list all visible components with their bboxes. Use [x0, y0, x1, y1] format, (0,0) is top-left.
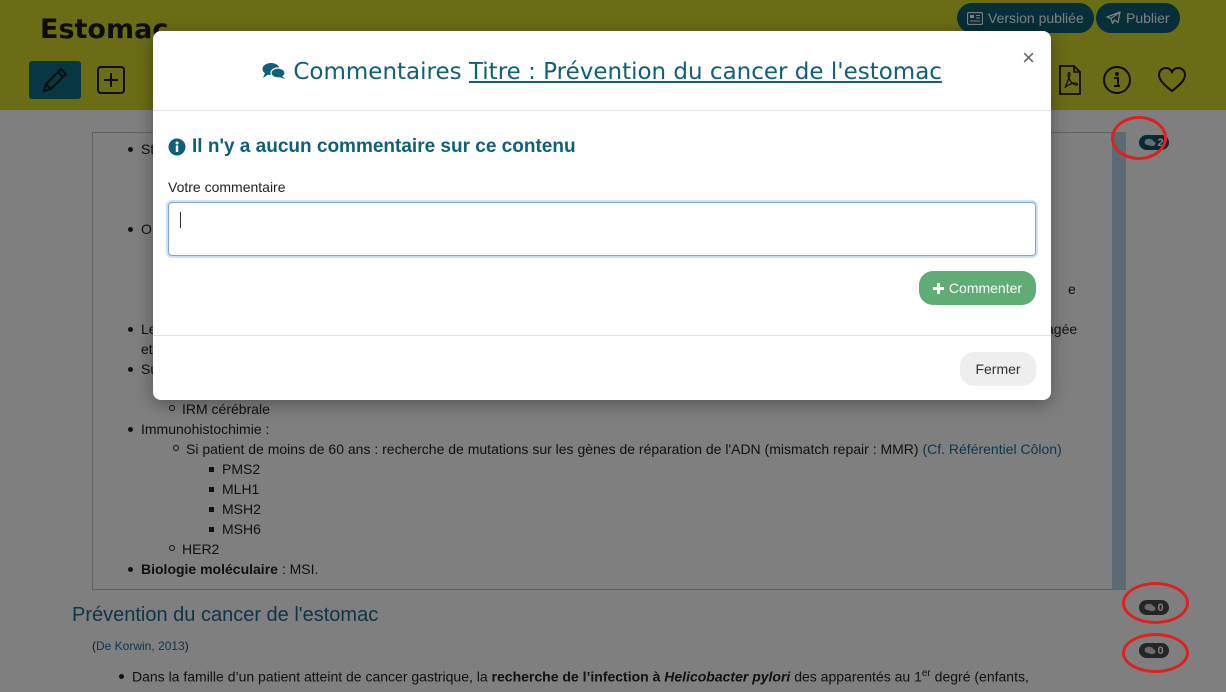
modal-title-link[interactable]: Titre : Prévention du cancer de l'estoma… [469, 59, 942, 85]
modal-title: Commentaires Titre : Prévention du cance… [153, 59, 1051, 85]
modal-title-prefix: Commentaires [293, 59, 462, 85]
submit-comment-button[interactable]: Commenter [919, 271, 1036, 305]
plus-icon [932, 282, 944, 294]
highlight-ring [1111, 116, 1167, 160]
text-caret [180, 212, 181, 228]
close-button[interactable]: Fermer [960, 352, 1036, 386]
highlight-ring [1122, 582, 1189, 624]
close-icon[interactable]: × [1022, 45, 1035, 71]
info-icon [168, 138, 186, 156]
submit-comment-label: Commenter [948, 280, 1023, 296]
comment-textarea[interactable] [168, 202, 1036, 256]
comments-icon [262, 63, 286, 79]
comment-field-label: Votre commentaire [168, 179, 286, 195]
empty-state-message: Il n'y a aucun commentaire sur ce conten… [168, 136, 576, 158]
comments-modal: Commentaires Titre : Prévention du cance… [153, 31, 1051, 400]
modal-footer: Fermer [153, 335, 1051, 400]
highlight-ring [1122, 633, 1189, 673]
modal-header: Commentaires Titre : Prévention du cance… [153, 31, 1051, 111]
empty-state-text: Il n'y a aucun commentaire sur ce conten… [192, 136, 576, 157]
